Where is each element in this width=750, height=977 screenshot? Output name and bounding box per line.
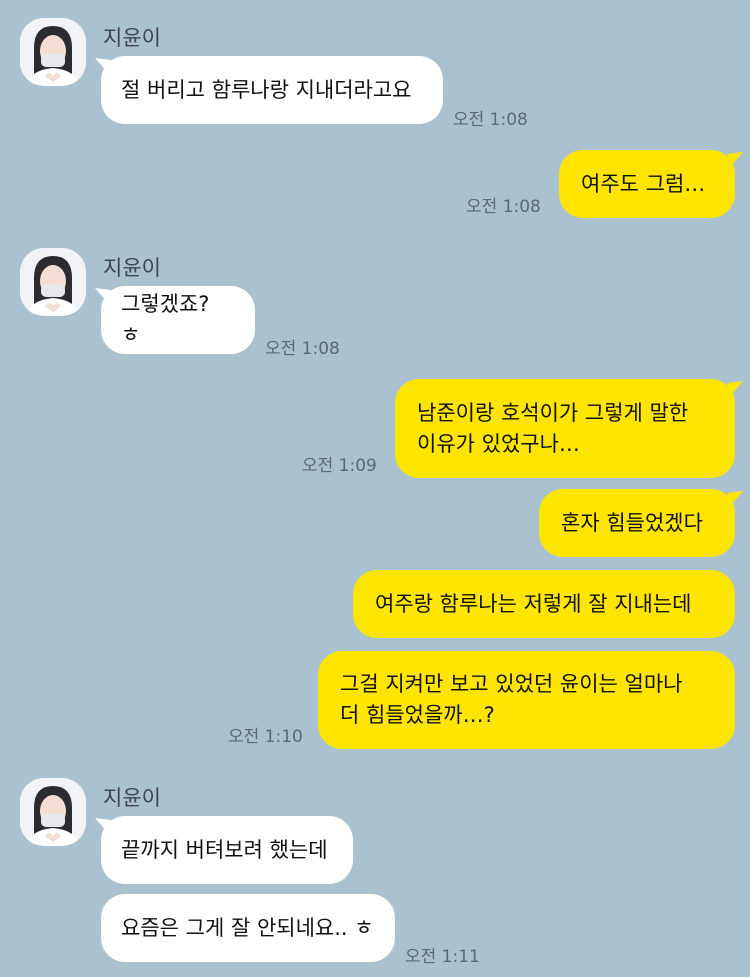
message-timestamp: 오전 1:10 [228,727,303,747]
sender-name: 지윤이 [103,786,161,810]
sender-name: 지윤이 [103,26,161,50]
bubble-tail [727,381,743,395]
bubble-tail [727,491,743,505]
message-text: 여주랑 함루나는 저렇게 잘 지내는데 [375,591,692,616]
bubble-tail [727,152,743,166]
message-text: 혼자 힘들었겠다 [561,510,703,535]
message-bubble[interactable]: 끝까지 버텨보려 했는데 [101,816,353,884]
message-text: 여주도 그럼… [581,171,706,196]
message-timestamp: 오전 1:08 [453,110,528,130]
bubble-tail [95,288,111,302]
bubble-tail [95,818,111,832]
message-timestamp: 오전 1:11 [405,947,480,967]
message-text: 요즘은 그게 잘 안되네요.. ㅎ [121,915,374,940]
message-text: 끝까지 버텨보려 했는데 [121,837,328,862]
message-bubble[interactable]: 요즘은 그게 잘 안되네요.. ㅎ [101,894,395,962]
bubble-tail [95,58,111,72]
message-bubble[interactable]: 그렇겠죠? ㅎ [101,286,255,354]
message-text: 남준이랑 호석이가 그렇게 말한 이유가 있었구나… [417,400,689,456]
message-text: 절 버리고 함루나랑 지내더라고요 [121,77,412,102]
message-text: 그렇겠죠? ㅎ [121,292,210,347]
message-bubble[interactable]: 남준이랑 호석이가 그렇게 말한 이유가 있었구나… [395,379,735,478]
message-bubble[interactable]: 혼자 힘들었겠다 [539,489,735,557]
message-bubble[interactable]: 절 버리고 함루나랑 지내더라고요 [101,56,443,124]
message-bubble[interactable]: 여주도 그럼… [559,150,735,218]
sender-name: 지윤이 [103,256,161,280]
avatar[interactable] [20,18,86,86]
message-timestamp: 오전 1:08 [466,197,541,217]
message-text: 그걸 지켜만 보고 있었던 윤이는 얼마나 더 힘들었을까…? [340,672,683,727]
avatar[interactable] [20,248,86,316]
message-timestamp: 오전 1:09 [302,456,377,476]
message-bubble[interactable]: 그걸 지켜만 보고 있었던 윤이는 얼마나 더 힘들었을까…? [318,651,735,749]
avatar[interactable] [20,778,86,846]
message-timestamp: 오전 1:08 [265,339,340,359]
message-bubble[interactable]: 여주랑 함루나는 저렇게 잘 지내는데 [353,570,735,638]
